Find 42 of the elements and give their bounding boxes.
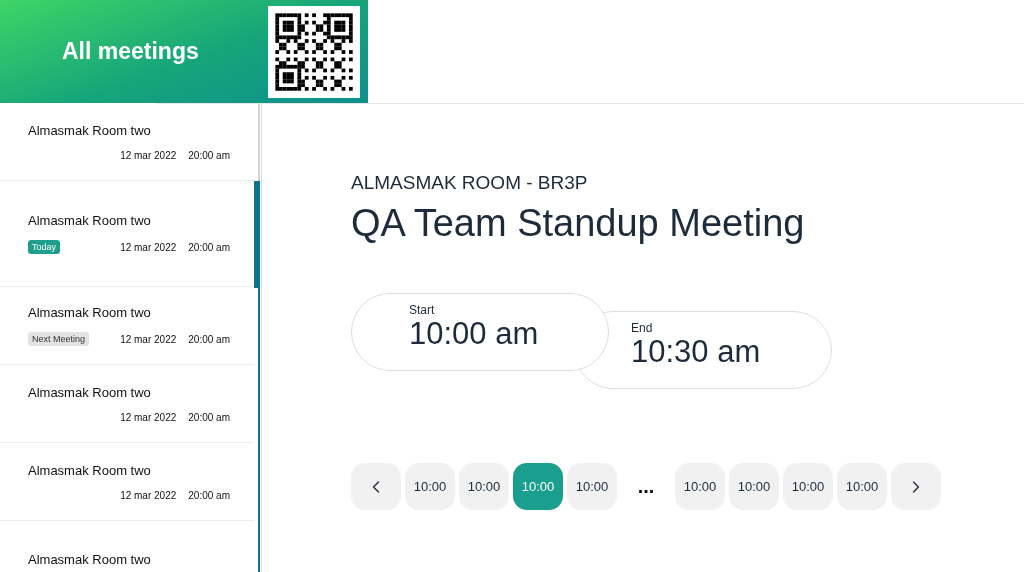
- meeting-date: 12 mar 2022: [120, 489, 177, 501]
- room-label: ALMASMAK ROOM - BR3P: [351, 172, 588, 194]
- end-time: 10:30 am: [631, 334, 761, 370]
- meeting-item[interactable]: Almasmak Room two Next Meeting 12 mar 2022 20:00 am: [0, 287, 254, 365]
- meeting-date: 12 mar 2022: [120, 241, 177, 253]
- meeting-item[interactable]: Almasmak Room two 12 mar 2022 20:00 am: [0, 103, 254, 181]
- time-slot[interactable]: 10:00: [783, 463, 833, 510]
- scrollbar[interactable]: [254, 103, 261, 572]
- meeting-date: 12 mar 2022: [120, 149, 177, 161]
- start-label: Start: [409, 303, 435, 317]
- meeting-title: QA Team Standup Meeting: [351, 202, 805, 245]
- meeting-date: 12 mar 2022: [120, 333, 177, 345]
- end-label: End: [631, 321, 653, 335]
- meeting-item[interactable]: Almasmak Room two 12 mar 2022 20:00 am: [0, 443, 254, 521]
- start-time: 10:00 am: [409, 316, 539, 352]
- time-slot[interactable]: 10:00: [729, 463, 779, 510]
- header-title: All meetings: [62, 38, 200, 65]
- meeting-time: 20:00 am: [188, 333, 230, 345]
- time-slot[interactable]: 10:00: [459, 463, 509, 510]
- next-button[interactable]: [891, 463, 941, 510]
- time-slot[interactable]: 10:00: [567, 463, 617, 510]
- meeting-time: 20:00 am: [188, 489, 230, 501]
- time-slot[interactable]: 10:00: [675, 463, 725, 510]
- room-name: Almasmak Room two: [28, 462, 152, 478]
- meeting-item[interactable]: Almasmak Room two: [0, 521, 254, 572]
- status-badge: Today: [28, 240, 61, 254]
- status-badge: Next Meeting: [28, 332, 90, 346]
- time-slot[interactable]: 10:00: [837, 463, 887, 510]
- meeting-date: 12 mar 2022: [120, 411, 177, 423]
- room-name: Almasmak Room two: [28, 552, 152, 567]
- room-name: Almasmak Room two: [28, 122, 152, 138]
- previous-button[interactable]: [351, 463, 401, 510]
- time-slot[interactable]: 10:00: [405, 463, 455, 510]
- room-name: Almasmak Room two: [28, 305, 152, 320]
- meeting-time: 20:00 am: [188, 149, 230, 161]
- qr-code-icon: [268, 5, 360, 98]
- meeting-time: 20:00 am: [188, 241, 230, 253]
- meeting-item[interactable]: Almasmak Room two 12 mar 2022 20:00 am: [0, 365, 254, 443]
- ellipsis: ...: [636, 475, 656, 498]
- meeting-time: 20:00 am: [188, 411, 230, 423]
- room-name: Almasmak Room two: [28, 384, 152, 400]
- room-name: Almasmak Room two: [28, 213, 152, 228]
